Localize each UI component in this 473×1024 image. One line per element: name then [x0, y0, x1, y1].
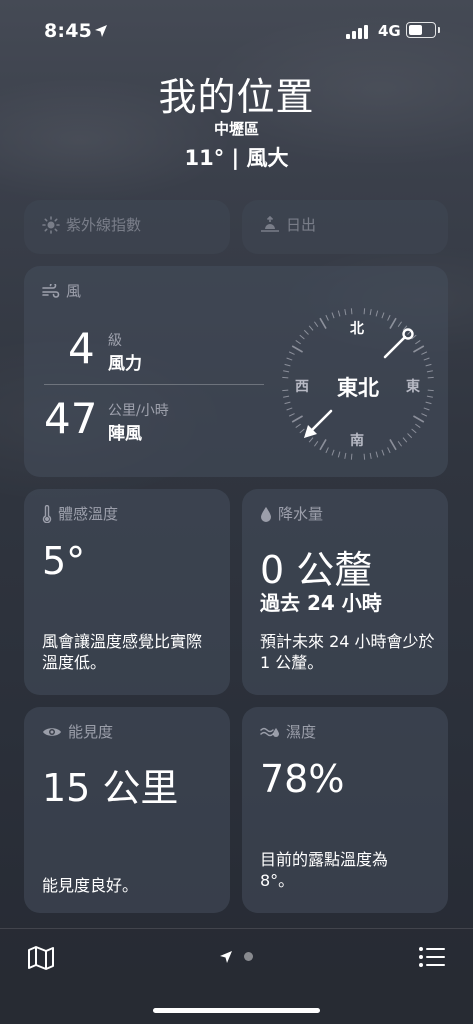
precipitation-card[interactable]: 降水量 0 公釐 過去 24 小時 預計未來 24 小時會少於 1 公釐。: [242, 489, 448, 695]
feels-like-description: 風會讓溫度感覺比實際溫度低。: [42, 632, 203, 672]
wind-level-caption: 風力: [108, 354, 142, 374]
visibility-value: 15 公里: [42, 766, 179, 810]
wind-gust-value: 47: [44, 394, 98, 443]
location-arrow-icon: [95, 25, 107, 37]
humidity-card[interactable]: 濕度 78% 目前的露點溫度為 8°。: [242, 707, 448, 913]
sunrise-card[interactable]: 日出: [242, 200, 448, 254]
wind-direction: 東北: [337, 376, 379, 400]
uv-index-card[interactable]: 紫外線指數: [24, 200, 230, 254]
thermometer-icon: [42, 504, 52, 523]
wind-compass: 北 南 西 東 東北: [278, 304, 438, 464]
precipitation-period: 過去 24 小時: [260, 591, 382, 615]
humidity-description: 目前的露點溫度為 8°。: [260, 850, 389, 890]
page-title: 我的位置: [158, 75, 315, 119]
network-type: 4G: [378, 22, 401, 40]
uv-index-label: 紫外線指數: [66, 216, 142, 234]
wind-level-value: 4: [68, 324, 95, 373]
compass-west-label: 西: [295, 379, 309, 395]
sunrise-icon: [261, 215, 279, 232]
battery-icon: [406, 22, 440, 38]
humidity-icon: [260, 727, 279, 737]
feels-like-card[interactable]: 體感溫度 5° 風會讓溫度感覺比實際溫度低。: [24, 489, 230, 695]
list-icon[interactable]: [418, 945, 446, 969]
location-name: 中壢區: [213, 120, 259, 138]
current-location-page-icon[interactable]: [219, 950, 233, 964]
visibility-card[interactable]: 能見度 15 公里 能見度良好。: [24, 707, 230, 913]
wind-icon: [42, 283, 60, 298]
compass-south-label: 南: [350, 433, 364, 449]
visibility-description: 能見度良好。: [42, 876, 139, 895]
feels-like-label: 體感溫度: [58, 505, 119, 523]
wind-divider: [44, 384, 264, 385]
status-bar: 8:45 4G: [0, 0, 473, 62]
precipitation-value: 0 公釐: [260, 548, 373, 592]
wind-level-unit: 級: [108, 333, 122, 349]
wind-label: 風: [66, 282, 82, 300]
wind-gust-caption: 陣風: [108, 424, 142, 444]
visibility-label: 能見度: [68, 723, 114, 741]
map-icon[interactable]: [27, 945, 55, 971]
feels-like-value: 5°: [42, 539, 86, 583]
wind-gust-unit: 公里/小時: [108, 403, 169, 419]
status-time: 8:45: [44, 20, 93, 42]
wind-card[interactable]: 風 4 級 風力 47 公里/小時 陣風 北 南 西 東 東北: [24, 266, 448, 477]
humidity-label: 濕度: [286, 723, 317, 741]
home-indicator[interactable]: [153, 1008, 320, 1013]
humidity-value: 78%: [260, 757, 345, 801]
page-dot[interactable]: [244, 952, 253, 961]
compass-east-label: 東: [406, 379, 420, 395]
cellular-signal-icon: [346, 25, 372, 39]
precipitation-description: 預計未來 24 小時會少於 1 公釐。: [260, 632, 435, 672]
eye-icon: [43, 727, 61, 736]
sunrise-label: 日出: [286, 216, 317, 234]
compass-north-label: 北: [350, 321, 364, 337]
sun-icon: [42, 215, 60, 234]
weather-summary: 11° | 風大: [184, 146, 289, 170]
precipitation-label: 降水量: [278, 505, 324, 523]
raindrop-icon: [261, 506, 271, 522]
